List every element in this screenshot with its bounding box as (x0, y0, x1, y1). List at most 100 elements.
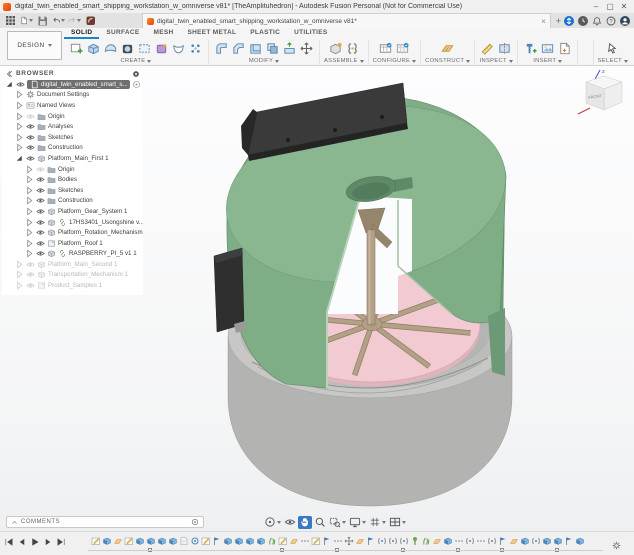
playback-to-start-button[interactable] (4, 537, 14, 547)
timeline-feature-dots[interactable] (475, 535, 486, 547)
group-label-configure[interactable]: CONFIGURE (373, 58, 416, 64)
timeline-settings-button[interactable] (612, 537, 621, 555)
tree-row-platform-main-first-1[interactable]: Platform_Main_First 1 (2, 153, 143, 164)
group-label-select[interactable]: SELECT (598, 58, 628, 64)
help-icon[interactable]: ? (606, 16, 616, 26)
expand-arrow-icon[interactable] (25, 207, 34, 216)
document-tab[interactable]: digital_twin_enabled_smart_shipping_work… (142, 13, 551, 28)
timeline-feature-doc[interactable] (178, 535, 189, 547)
tool-plane-button[interactable] (439, 41, 456, 57)
group-label-assemble[interactable]: ASSEMBLE (324, 58, 364, 64)
browser-filter-icon[interactable] (132, 70, 140, 78)
timeline-feature-dots[interactable] (453, 535, 464, 547)
ribbon-tab-solid[interactable]: SOLID (64, 28, 99, 39)
timeline-feature-flag[interactable] (497, 535, 508, 547)
tool-canvas-button[interactable] (539, 41, 556, 57)
expand-arrow-icon[interactable] (15, 270, 24, 279)
ribbon-tab-mesh[interactable]: MESH (147, 28, 181, 39)
timeline-feature-extrude[interactable] (134, 535, 145, 547)
timeline-feature-dots[interactable] (332, 535, 343, 547)
notifications-icon[interactable] (592, 16, 602, 26)
tree-row-transportation-mechanism-1[interactable]: Transportation_Mechanism 1 (2, 270, 143, 281)
tool-insert-derive-button[interactable] (522, 41, 539, 57)
visibility-eye-icon[interactable] (36, 249, 45, 258)
tool-configuration-button[interactable] (377, 41, 394, 57)
expand-arrow-icon[interactable] (25, 218, 34, 227)
timeline-feature-sketch[interactable] (90, 535, 101, 547)
comments-options-icon[interactable] (191, 518, 199, 526)
nav-window-zoom-button[interactable] (328, 516, 347, 529)
tool-fillet-button[interactable] (213, 41, 230, 57)
timeline-feature-bolt[interactable] (409, 535, 420, 547)
tree-row-analyses[interactable]: Analyses (2, 121, 143, 132)
nav-orbit-button[interactable] (263, 516, 282, 529)
visibility-eye-icon[interactable] (26, 281, 35, 290)
visibility-eye-icon[interactable] (26, 122, 35, 131)
tree-row-raspberry-pi-5-v1-1[interactable]: RASPBERRY_PI_5 v1 1 (2, 249, 143, 260)
visibility-eye-icon[interactable] (36, 239, 45, 248)
viewcube[interactable]: Z FRONT (578, 69, 622, 114)
timeline-feature-sketch[interactable] (277, 535, 288, 547)
timeline-feature-hole[interactable] (189, 535, 200, 547)
tool-form-button[interactable] (102, 41, 119, 57)
ribbon-tab-plastic[interactable]: PLASTIC (243, 28, 287, 39)
tool-pattern-button[interactable] (187, 41, 204, 57)
tool-shell-button[interactable] (247, 41, 264, 57)
tree-row-product-samples-1[interactable]: Product_Samples 1 (2, 280, 143, 291)
timeline-feature-flag[interactable] (321, 535, 332, 547)
expand-arrow-icon[interactable] (25, 175, 34, 184)
tool-config-table-button[interactable] (394, 41, 411, 57)
job-status-icon[interactable] (578, 16, 588, 26)
tree-row-platform-roof-1[interactable]: Platform_Roof 1 (2, 238, 143, 249)
timeline-feature-flag[interactable] (563, 535, 574, 547)
playback-to-end-button[interactable] (56, 537, 66, 547)
expand-arrow-icon[interactable] (25, 239, 34, 248)
timeline-feature-extrude[interactable] (244, 535, 255, 547)
tool-box-button[interactable] (85, 41, 102, 57)
timeline-feature-extrude[interactable] (145, 535, 156, 547)
tool-press-pull-button[interactable] (281, 41, 298, 57)
timeline-feature-grass[interactable] (266, 535, 277, 547)
tool-import-dxf-button[interactable] (556, 41, 573, 57)
visibility-eye-icon[interactable] (26, 112, 35, 121)
tool-joint-button[interactable] (344, 41, 361, 57)
timeline-feature-move[interactable] (343, 535, 354, 547)
tree-row-origin[interactable]: Origin (2, 164, 143, 175)
active-component-pill[interactable]: digital_twin_enabled_smart_s... (27, 80, 130, 89)
timeline-feature-extrude[interactable] (541, 535, 552, 547)
timeline-feature-extrude[interactable] (233, 535, 244, 547)
tree-row-platform-rotation-mechanism-1[interactable]: Platform_Rotation_Mechanism 1 (2, 227, 143, 238)
workspace-selector[interactable]: DESIGN (7, 31, 62, 60)
timeline-feature-extrude[interactable] (552, 535, 563, 547)
visibility-eye-icon[interactable] (16, 80, 25, 89)
collapse-arrow-icon[interactable] (5, 80, 14, 89)
minimize-button[interactable]: – (589, 1, 603, 12)
timeline-feature-extrude[interactable] (442, 535, 453, 547)
save-button[interactable] (36, 15, 49, 27)
timeline-feature-extrude[interactable] (101, 535, 112, 547)
tool-render-box-button[interactable] (119, 41, 136, 57)
redo-button[interactable] (68, 15, 81, 27)
collapse-arrow-icon[interactable] (15, 154, 24, 163)
group-label-inspect[interactable]: INSPECT (480, 58, 513, 64)
timeline-feature-extrude[interactable] (167, 535, 178, 547)
timeline-feature-flag[interactable] (365, 535, 376, 547)
timeline-feature-joint[interactable] (464, 535, 475, 547)
expand-arrow-icon[interactable] (15, 101, 24, 110)
maximize-button[interactable]: ▢ (603, 1, 617, 12)
nav-viewports-button[interactable] (388, 516, 407, 529)
tree-row-origin[interactable]: Origin (2, 111, 143, 122)
timeline-feature-sketch[interactable] (200, 535, 211, 547)
activate-component-radio[interactable] (132, 80, 141, 89)
expand-arrow-icon[interactable] (25, 228, 34, 237)
tree-row-sketches[interactable]: Sketches (2, 132, 143, 143)
close-tab-icon[interactable]: × (541, 17, 546, 26)
group-label-insert[interactable]: INSERT (533, 58, 562, 64)
timeline-feature-grass[interactable] (420, 535, 431, 547)
expand-arrow-icon[interactable] (15, 112, 24, 121)
visibility-eye-icon[interactable] (36, 175, 45, 184)
tool-combine-button[interactable] (264, 41, 281, 57)
tree-row-platform-gear-system-1[interactable]: Platform_Gear_System 1 (2, 206, 143, 217)
nav-display-button[interactable] (348, 516, 367, 529)
tool-chamfer-button[interactable] (230, 41, 247, 57)
